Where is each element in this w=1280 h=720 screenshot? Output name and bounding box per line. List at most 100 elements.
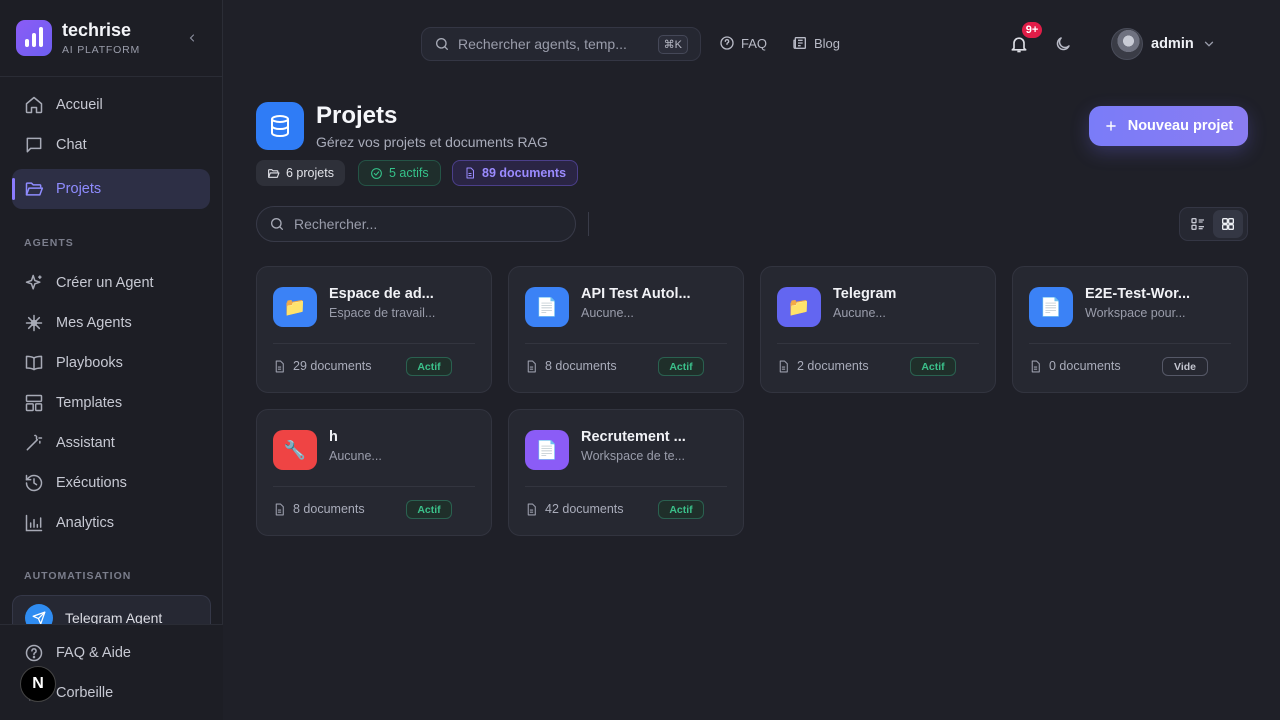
telegram-icon	[25, 604, 53, 625]
brand-name: techrise	[62, 20, 132, 40]
home-icon	[25, 96, 43, 114]
project-card[interactable]: 📄 API Test Autol... Aucune... 8 document…	[508, 266, 744, 393]
help-icon	[25, 644, 43, 662]
project-description: Workspace de te...	[581, 449, 685, 463]
project-docs: 8 documents	[525, 359, 617, 373]
sidebar-item-analytics[interactable]: Analytics	[12, 503, 210, 543]
wand-icon	[26, 434, 43, 451]
section-label-agents: AGENTS	[24, 237, 74, 249]
project-card[interactable]: 📄 Recrutement ... Workspace de te... 42 …	[508, 409, 744, 536]
documents-count-pill: 89 documents	[452, 160, 579, 186]
folder-open-icon	[25, 182, 44, 196]
file-icon	[275, 503, 284, 515]
global-search-input[interactable]: Rechercher agents, temp... ⌘K	[421, 27, 701, 61]
new-project-button[interactable]: Nouveau projet	[1089, 106, 1248, 146]
sidebar: techrise AI PLATFORM Accueil Chat Projet…	[0, 0, 223, 720]
project-card[interactable]: 📁 Espace de ad... Espace de travail... 2…	[256, 266, 492, 393]
folder-icon: 📁	[273, 287, 317, 327]
bar-chart-icon	[25, 514, 43, 532]
card-divider	[1029, 343, 1231, 344]
sidebar-item-executions[interactable]: Exécutions	[12, 463, 210, 503]
blog-link[interactable]: Blog	[792, 35, 840, 51]
sidebar-item-label: Corbeille	[56, 685, 114, 701]
folder-icon	[268, 168, 280, 178]
sidebar-item-label: FAQ & Aide	[56, 645, 131, 661]
nextjs-logo-icon: N	[32, 675, 44, 692]
sidebar-item-chat[interactable]: Chat	[12, 125, 210, 165]
brand-header: techrise AI PLATFORM	[0, 0, 222, 77]
sidebar-item-label: Mes Agents	[56, 315, 132, 331]
file-icon	[275, 360, 284, 372]
automation-item-telegram[interactable]: Telegram Agent	[12, 595, 211, 625]
project-card[interactable]: 📁 Telegram Aucune... 2 documents Actif	[760, 266, 996, 393]
list-view-icon	[1191, 218, 1204, 230]
collapse-sidebar-button[interactable]	[184, 30, 200, 46]
file-icon	[466, 167, 474, 179]
search-icon	[436, 38, 448, 50]
project-description: Aucune...	[833, 306, 886, 320]
sidebar-item-templates[interactable]: Templates	[12, 383, 210, 423]
wrench-icon: 🔧	[273, 430, 317, 470]
grid-view-button[interactable]	[1213, 210, 1243, 238]
history-icon	[25, 474, 43, 492]
project-card[interactable]: 🔧 h Aucune... 8 documents Actif	[256, 409, 492, 536]
sidebar-item-playbooks[interactable]: Playbooks	[12, 343, 210, 383]
project-docs: 2 documents	[777, 359, 869, 373]
project-title: Recrutement ...	[581, 429, 686, 445]
project-title: Telegram	[833, 286, 897, 302]
project-docs-count: 8 documents	[293, 502, 365, 516]
help-circle-icon	[720, 36, 734, 50]
document-icon: 📄	[525, 287, 569, 327]
status-badge: Actif	[406, 357, 452, 376]
project-docs-count: 0 documents	[1049, 359, 1121, 373]
sidebar-item-assistant[interactable]: Assistant	[12, 423, 210, 463]
list-view-button[interactable]	[1183, 210, 1213, 238]
document-icon: 📄	[525, 430, 569, 470]
project-description: Espace de travail...	[329, 306, 436, 320]
nextjs-dev-badge[interactable]: N	[20, 666, 56, 702]
notification-count-badge: 9+	[1020, 20, 1044, 40]
project-search-placeholder: Rechercher...	[294, 216, 378, 232]
project-card[interactable]: 📄 E2E-Test-Wor... Workspace pour... 0 do…	[1012, 266, 1248, 393]
sidebar-item-label: Analytics	[56, 515, 115, 531]
file-icon	[779, 360, 788, 372]
active-count: 5 actifs	[389, 166, 429, 180]
newspaper-icon	[793, 37, 806, 49]
sidebar-item-accueil[interactable]: Accueil	[12, 85, 210, 125]
file-icon	[527, 503, 536, 515]
automation-item-label: Telegram Agent	[65, 610, 163, 625]
theme-toggle-button[interactable]	[1054, 35, 1072, 58]
page-title: Projets	[316, 102, 398, 129]
chevron-left-icon	[189, 34, 195, 42]
sidebar-item-label: Projets	[56, 181, 102, 197]
projects-count: 6 projets	[286, 166, 334, 180]
sidebar-item-label: Chat	[56, 137, 87, 153]
sidebar-item-label: Créer un Agent	[56, 275, 154, 291]
sparkles-icon	[25, 274, 42, 290]
project-description: Aucune...	[329, 449, 382, 463]
sidebar-item-label: Assistant	[56, 435, 115, 451]
sidebar-item-mes-agents[interactable]: Mes Agents	[12, 303, 210, 343]
card-divider	[777, 343, 979, 344]
search-icon	[271, 218, 283, 230]
project-docs: 8 documents	[273, 502, 365, 516]
project-docs-count: 29 documents	[293, 359, 372, 373]
database-icon	[256, 102, 304, 150]
card-divider	[525, 343, 727, 344]
page-subtitle: Gérez vos projets et documents RAG	[316, 134, 548, 150]
user-menu[interactable]: admin	[1111, 28, 1216, 60]
project-search-input[interactable]: Rechercher...	[256, 206, 576, 242]
toolbar-divider	[588, 212, 589, 236]
sidebar-item-projets[interactable]: Projets	[12, 169, 210, 209]
active-count-pill: 5 actifs	[358, 160, 441, 186]
sidebar-item-creer-agent[interactable]: Créer un Agent	[12, 263, 210, 303]
project-description: Aucune...	[581, 306, 634, 320]
project-description: Workspace pour...	[1085, 306, 1186, 320]
documents-count: 89 documents	[482, 166, 567, 180]
layout-icon	[25, 394, 43, 412]
avatar	[1111, 28, 1143, 60]
faq-link[interactable]: FAQ	[719, 35, 767, 51]
brand-logo-icon[interactable]	[16, 20, 52, 56]
project-title: API Test Autol...	[581, 286, 691, 302]
moon-icon	[1056, 37, 1070, 51]
